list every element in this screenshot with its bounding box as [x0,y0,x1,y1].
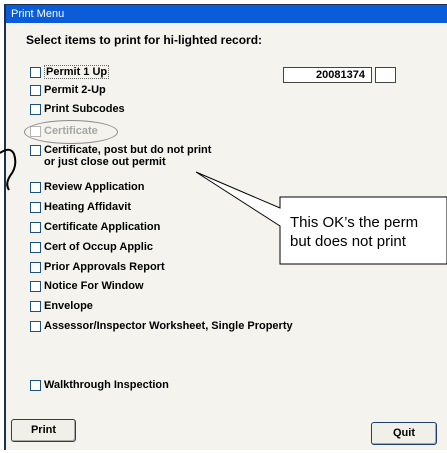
callout-line-1: This OK’s the perm [290,214,419,231]
annotation-mark [0,148,17,191]
callout-text: This OK’s the perm but does not print [290,213,418,251]
callout-line-2: but does not print [290,233,406,250]
